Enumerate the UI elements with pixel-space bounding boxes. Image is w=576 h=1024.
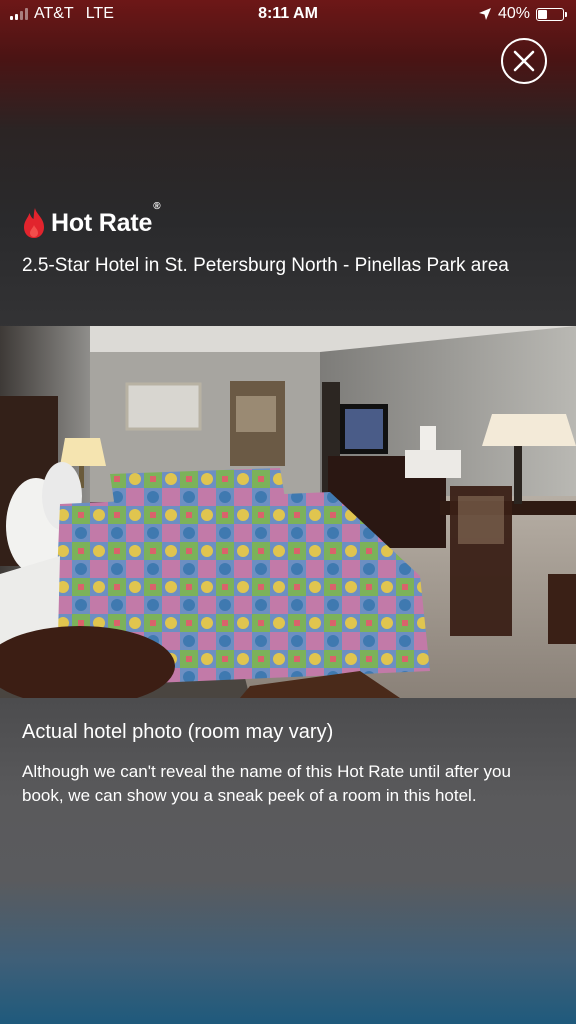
location-arrow-icon xyxy=(478,8,491,20)
battery-fill xyxy=(538,9,547,19)
battery-icon xyxy=(536,7,567,21)
hotel-room-photo xyxy=(0,326,576,698)
photo-caption: Actual hotel photo (room may vary) xyxy=(22,721,334,743)
battery-percent: 40% xyxy=(497,5,530,22)
status-right: 40% xyxy=(478,5,567,23)
close-button[interactable] xyxy=(501,38,547,84)
room-illustration xyxy=(0,326,576,698)
hot-rate-brand: Hot Rate® xyxy=(22,200,161,239)
close-icon xyxy=(513,50,535,72)
hotel-description: 2.5-Star Hotel in St. Petersburg North -… xyxy=(22,255,509,276)
photo-disclaimer: Although we can't reveal the name of thi… xyxy=(22,762,511,805)
status-bar: AT&T LTE 8:11 AM 40% xyxy=(0,0,576,30)
brand-name: Hot Rate® xyxy=(51,200,161,237)
flame-icon xyxy=(24,208,44,238)
registered-mark: ® xyxy=(153,200,161,212)
